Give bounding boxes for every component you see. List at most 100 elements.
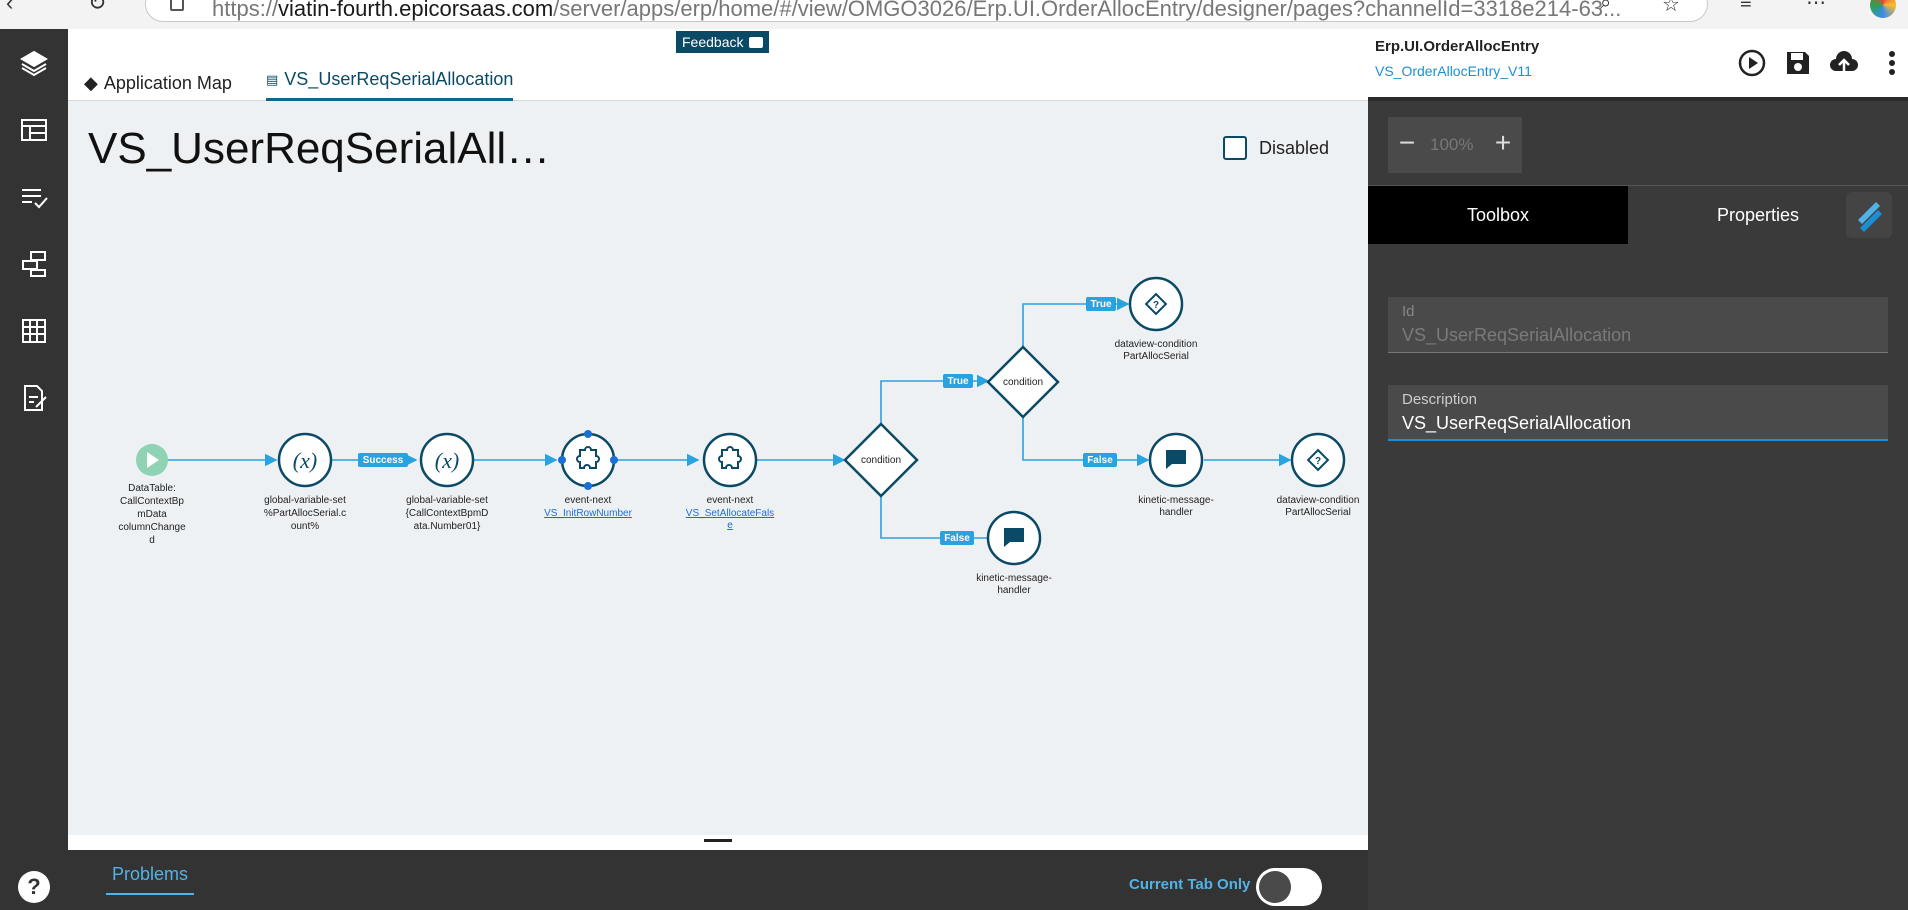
flow-diagram: Success True False True False DataTable:… (118, 276, 1360, 596)
tab-application-map[interactable]: ◆ Application Map (84, 65, 232, 101)
feedback-button[interactable]: Feedback (676, 31, 770, 53)
svg-text:?: ? (1153, 300, 1159, 311)
feedback-label: Feedback (682, 34, 744, 50)
zoom-value: 100% (1430, 135, 1474, 154)
badge-false-cond1: False (940, 531, 974, 545)
toggle-knob (1259, 871, 1291, 903)
header-divider (1368, 97, 1908, 101)
event-link-set-allocate-false[interactable]: VS_SetAllocateFals e (686, 508, 774, 531)
site-info-icon[interactable] (170, 0, 184, 11)
variable-icon: (x) (293, 448, 317, 473)
kinetic-message-handler-node-1[interactable]: kinetic-message-handler (1138, 432, 1214, 518)
search-icon[interactable]: ⌕ (1600, 0, 1611, 15)
svg-text:True: True (947, 376, 969, 387)
workflow-icon[interactable] (19, 249, 49, 279)
layers-icon[interactable] (19, 48, 49, 78)
svg-text:dataview-conditionPartAllocSer: dataview-condition PartAllocSerial (1115, 339, 1198, 362)
connector-handle[interactable] (610, 456, 618, 464)
svg-text:global-variable-set{CallContex: global-variable-set {CallContextBpmD ata.N… (406, 495, 489, 532)
badge-success: Success (358, 453, 408, 467)
left-navigation (0, 29, 68, 910)
connector-handle[interactable] (584, 430, 592, 438)
svg-text:True: True (1090, 299, 1112, 310)
favorites-list-icon[interactable]: ≡ (1740, 0, 1752, 15)
svg-text:False: False (1087, 455, 1113, 466)
bottom-panel: Problems Current Tab Only (68, 850, 1368, 910)
current-tab-only-toggle[interactable] (1256, 868, 1322, 906)
kinetic-message-handler-node-2[interactable]: kinetic-message-handler (976, 510, 1052, 596)
svg-text:Success: Success (363, 455, 404, 466)
zoom-control: − 100% + (1388, 117, 1522, 173)
connector-handle[interactable] (558, 456, 566, 464)
refresh-icon[interactable]: ↻ (88, 0, 106, 16)
flow-canvas[interactable]: VS_UserReqSerialAll… Disabled Success Tr… (68, 102, 1368, 835)
connector-handle[interactable] (584, 482, 592, 490)
svg-text:global-variable-set%PartAllocS: global-variable-set %PartAllocSerial.c oun… (264, 495, 346, 532)
condition-node-1[interactable]: condition (843, 422, 919, 498)
current-tab-only-label: Current Tab Only (1129, 876, 1251, 893)
zoom-in-button[interactable]: + (1488, 127, 1518, 159)
svg-text:event-next: event-next (565, 495, 612, 506)
copilot-icon[interactable] (1870, 0, 1896, 18)
designer-main: Feedback ◆ Application Map ▤ VS_UserReqS… (68, 29, 1368, 850)
layout-icon[interactable] (19, 115, 49, 145)
browser-toolbar: ‹ ↻ https://viatin-fourth.epicorsaas.com… (0, 0, 1908, 29)
right-panel: Erp.UI.OrderAllocEntry VS_OrderAllocEntr… (1368, 29, 1908, 910)
panel-splitter[interactable] (68, 835, 1368, 850)
dataview-condition-node-2[interactable]: ? dataview-condition PartAllocSerial (1277, 432, 1360, 518)
svg-text:DataTable:CallContextBpmDataco: DataTable: CallContextBp mData columnChange… (118, 483, 186, 546)
epicor-logo-icon[interactable] (1846, 192, 1892, 238)
edit-document-icon[interactable] (19, 383, 49, 413)
dataview-condition-node-1[interactable]: ? dataview-condition PartAllocSerial (1115, 276, 1198, 362)
description-field[interactable]: Description VS_UserReqSerialAllocation (1388, 385, 1888, 441)
cloud-upload-icon[interactable] (1828, 47, 1860, 79)
global-variable-set-node-2[interactable]: (x) global-variable-set {CallContextBpmD a… (406, 432, 489, 532)
help-icon[interactable]: ? (18, 871, 50, 903)
favorite-star-icon[interactable]: ☆ (1662, 0, 1680, 17)
zoom-out-button[interactable]: − (1392, 127, 1422, 159)
splitter-handle[interactable] (704, 839, 732, 842)
event-link-init-row-number[interactable]: VS_InitRowNumber (544, 508, 632, 519)
save-icon[interactable] (1782, 47, 1814, 79)
app-version-link[interactable]: VS_OrderAllocEntry_V11 (1375, 63, 1532, 79)
edge-cond2-false (1022, 409, 1150, 467)
tab-active-label: VS_UserReqSerialAllocation (284, 69, 514, 89)
condition-node-2[interactable]: condition (986, 345, 1060, 419)
more-options-icon[interactable] (1876, 47, 1908, 79)
global-variable-set-node-1[interactable]: (x) global-variable-set %PartAllocSerial.… (264, 432, 346, 532)
svg-text:condition: condition (1003, 377, 1043, 388)
tab-application-map-label: Application Map (103, 72, 232, 93)
badge-true-cond1: True (943, 374, 973, 388)
svg-text:kinetic-message-handler: kinetic-message-handler (1138, 495, 1214, 518)
back-icon[interactable]: ‹ (6, 0, 13, 16)
badge-false-cond2: False (1083, 453, 1117, 467)
chat-bubble-icon (749, 36, 764, 48)
event-next-node-1[interactable]: event-next VS_InitRowNumber (544, 430, 633, 519)
description-field-label: Description (1402, 391, 1478, 408)
description-field-value: VS_UserReqSerialAllocation (1402, 413, 1632, 433)
svg-text:?: ? (1315, 456, 1321, 467)
run-icon[interactable] (1736, 47, 1768, 79)
workflow-small-icon: ▤ (266, 71, 279, 87)
badge-true-cond2: True (1086, 297, 1116, 311)
svg-text:False: False (944, 533, 970, 544)
address-bar[interactable]: https://viatin-fourth.epicorsaas.com/ser… (145, 0, 1708, 22)
grid-table-icon[interactable] (19, 316, 49, 346)
id-field[interactable]: Id VS_UserReqSerialAllocation (1388, 297, 1888, 353)
event-next-node-2[interactable]: event-next VS_SetAllocateFals e (686, 432, 774, 531)
id-field-label: Id (1402, 303, 1415, 320)
app-name: Erp.UI.OrderAllocEntry (1375, 38, 1540, 55)
more-menu-icon[interactable]: ⋯ (1806, 0, 1826, 15)
svg-text:dataview-conditionPartAllocSer: dataview-condition PartAllocSerial (1277, 495, 1360, 518)
id-field-value: VS_UserReqSerialAllocation (1402, 325, 1632, 345)
tab-toolbox[interactable]: Toolbox (1368, 186, 1628, 244)
svg-text:condition: condition (861, 455, 901, 466)
variable-icon: (x) (435, 448, 459, 473)
tab-vs-user-req-serial-allocation[interactable]: ▤ VS_UserReqSerialAllocation (266, 65, 514, 101)
app-header: Erp.UI.OrderAllocEntry VS_OrderAllocEntr… (1368, 29, 1908, 97)
edge-cond2-true (1022, 297, 1130, 354)
checklist-icon[interactable] (19, 182, 49, 212)
tab-problems[interactable]: Problems (106, 864, 194, 895)
url-text: https://viatin-fourth.epicorsaas.com/ser… (212, 0, 1622, 21)
panel-tabs: Toolbox Properties (1368, 185, 1908, 244)
